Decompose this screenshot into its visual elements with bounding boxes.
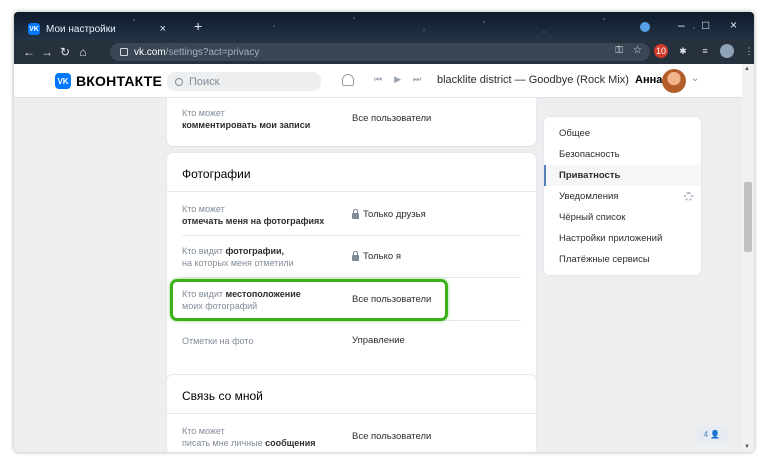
extension-badge-icon[interactable]: 10 (654, 44, 668, 58)
browser-tab[interactable]: VK Мои настройки × (22, 18, 172, 40)
manage-link[interactable]: Управление (352, 335, 405, 347)
browser-toolbar: ← → ↻ ⌂ vk.com /settings?act=privacy ⚿ ☆… (14, 40, 754, 64)
tab-close-icon[interactable]: × (160, 23, 166, 35)
privacy-dropdown[interactable]: Все пользователи (352, 294, 431, 306)
privacy-contact-card: Связь со мной Кто может писать мне личные… (167, 375, 536, 452)
back-icon[interactable]: ← (20, 42, 38, 62)
close-window-button[interactable]: × (730, 18, 737, 32)
tab-strip: VK Мои настройки × + – □ × (14, 12, 754, 40)
url-host: vk.com (134, 46, 166, 58)
lock-icon (120, 48, 128, 56)
maximize-button[interactable]: □ (702, 18, 709, 32)
now-playing-track[interactable]: blacklite district — Goodbye (Rock Mix) (437, 74, 629, 86)
privacy-dropdown[interactable]: Все пользователи (352, 113, 431, 125)
next-track-icon[interactable]: ⏭ (413, 74, 421, 85)
menu-item-security[interactable]: Безопасность (544, 144, 701, 165)
scroll-up-icon[interactable]: ▲ (744, 66, 750, 72)
search-input[interactable]: Поиск (167, 72, 321, 91)
section-title-contact: Связь со мной (182, 389, 263, 403)
row-label: Отметки на фото (182, 336, 254, 346)
privacy-dropdown[interactable]: Только я (352, 251, 401, 263)
chevron-down-icon[interactable]: ⌄ (691, 73, 699, 84)
row-label: Кто видит местоположение моих фотографий (182, 289, 301, 311)
puzzle-icon[interactable]: ✱ (676, 44, 690, 58)
minimize-button[interactable]: – (678, 18, 685, 32)
search-placeholder: Поиск (189, 75, 220, 88)
menu-item-payments[interactable]: Платёжные сервисы (544, 249, 701, 270)
section-title-photos: Фотографии (182, 167, 251, 181)
scroll-thumb[interactable] (744, 182, 752, 252)
address-bar[interactable]: vk.com /settings?act=privacy ⚿ ☆ (110, 43, 650, 61)
vk-wordmark[interactable]: ВКОНТАКТЕ (76, 73, 162, 89)
privacy-row-photo-location[interactable]: Кто видит местоположение моих фотографий … (182, 278, 521, 321)
privacy-row-tagged-photos[interactable]: Кто видит фотографии, на которых меня отм… (182, 236, 521, 278)
row-label: Кто видит фотографии, на которых меня отм… (182, 246, 294, 268)
menu-item-general[interactable]: Общее (544, 123, 701, 144)
user-name[interactable]: Анна (635, 74, 662, 86)
avatar[interactable] (662, 69, 686, 93)
vk-header: VK ВКОНТАКТЕ Поиск ⏮ ▶ ⏭ blacklite distr… (14, 64, 754, 98)
reload-icon[interactable]: ↻ (56, 42, 74, 62)
privacy-row-photo-tags[interactable]: Отметки на фото Управление (182, 321, 521, 361)
row-label: Кто может отмечать меня на фотографиях (182, 204, 325, 226)
privacy-posts-card: Кто может комментировать мои записи Все п… (167, 98, 536, 146)
menu-item-notifications[interactable]: Уведомления (544, 186, 701, 207)
privacy-row-comments[interactable]: Кто может комментировать мои записи Все п… (182, 101, 521, 141)
profile-dot-icon[interactable] (640, 22, 650, 32)
profile-avatar-icon[interactable] (720, 44, 734, 58)
privacy-dropdown[interactable]: Только друзья (352, 209, 426, 221)
star-icon[interactable]: ☆ (633, 45, 642, 56)
search-icon (175, 77, 183, 86)
privacy-row-messages[interactable]: Кто может писать мне личные сообщения Все… (182, 415, 521, 452)
vk-logo-icon[interactable]: VK (55, 73, 71, 89)
privacy-dropdown[interactable]: Все пользователи (352, 431, 431, 443)
online-contacts-button[interactable]: 4 👤 (697, 426, 727, 442)
previous-track-icon[interactable]: ⏮ (374, 74, 382, 85)
gear-icon[interactable] (684, 192, 693, 201)
new-tab-button[interactable]: + (194, 18, 202, 34)
home-icon[interactable]: ⌂ (74, 42, 92, 62)
browser-window: VK Мои настройки × + – □ × ← → ↻ ⌂ vk.co… (14, 12, 754, 452)
lock-icon (352, 209, 359, 219)
privacy-row-tag-me[interactable]: Кто может отмечать меня на фотографиях То… (182, 193, 521, 236)
key-icon[interactable]: ⚿ (615, 45, 623, 56)
privacy-photos-card: Фотографии Кто может отмечать меня на фот… (167, 153, 536, 393)
menu-item-blacklist[interactable]: Чёрный список (544, 207, 701, 228)
row-label: Кто может комментировать мои записи (182, 108, 311, 130)
vk-favicon-icon: VK (28, 23, 40, 35)
forward-icon[interactable]: → (38, 42, 56, 62)
menu-dots-icon[interactable]: ⋮ (742, 44, 754, 58)
url-path: /settings?act=privacy (165, 46, 260, 58)
playlist-icon[interactable]: ≡ (698, 44, 712, 58)
scroll-down-icon[interactable]: ▼ (744, 444, 750, 450)
row-label: Кто может писать мне личные сообщения (182, 426, 316, 448)
lock-icon (352, 251, 359, 261)
play-icon[interactable]: ▶ (394, 74, 401, 85)
tab-title: Мои настройки (46, 23, 116, 35)
menu-item-apps[interactable]: Настройки приложений (544, 228, 701, 249)
menu-item-privacy[interactable]: Приватность (544, 165, 701, 186)
page-scrollbar[interactable]: ▲ ▼ (742, 64, 754, 452)
bell-icon[interactable] (342, 74, 354, 86)
settings-menu: Общее Безопасность Приватность Уведомлен… (544, 117, 701, 275)
